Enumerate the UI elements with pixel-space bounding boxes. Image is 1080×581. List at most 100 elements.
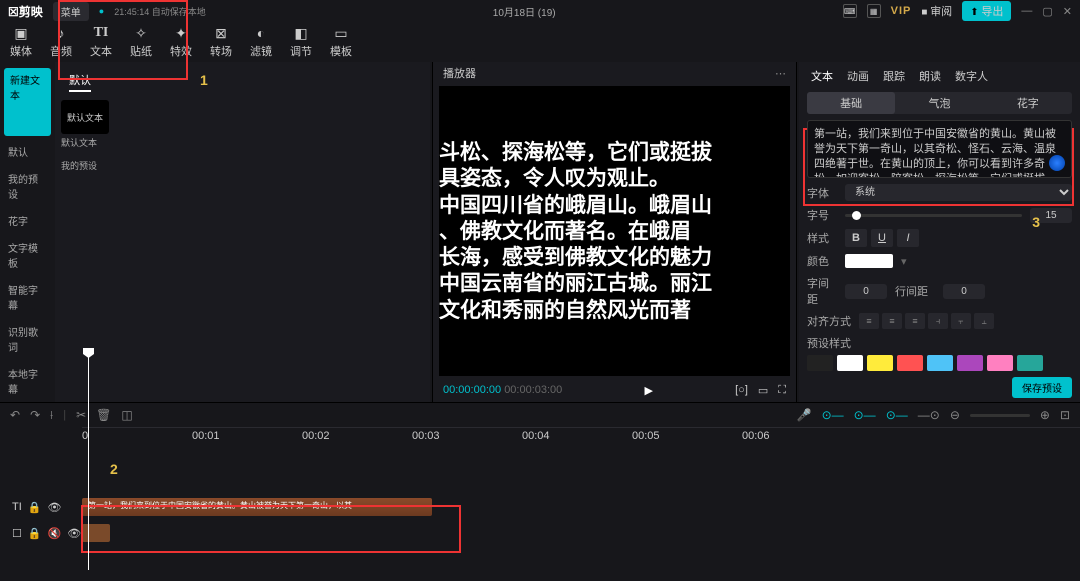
property-panel: 文本 动画 跟踪 朗读 数字人 基础 气泡 花字 第一站，我们来到位于中国安徽省…	[799, 62, 1080, 402]
save-preset-button[interactable]: 保存预设	[1012, 377, 1072, 398]
fullscreen-icon[interactable]: ⛶	[778, 384, 786, 397]
undo-icon[interactable]: ↶	[10, 408, 20, 422]
timeline-ruler[interactable]: 0 00:01 00:02 00:03 00:04 00:05 00:06	[82, 427, 1080, 443]
tool-filter[interactable]: ◐滤镜	[250, 25, 272, 59]
rtab-anim[interactable]: 动画	[847, 68, 869, 84]
subtab-bubble[interactable]: 气泡	[895, 92, 983, 114]
ai-button[interactable]	[1049, 155, 1065, 171]
tool-transition[interactable]: ⊠转场	[210, 25, 232, 59]
default-text-card[interactable]: 默认文本	[61, 100, 109, 134]
sidebar-item-lyrics[interactable]: 识别歌词	[0, 318, 55, 360]
underline-button[interactable]: U	[871, 229, 893, 247]
sidebar-item-fancy[interactable]: 花字	[0, 207, 55, 234]
charspace-input[interactable]	[845, 284, 887, 299]
align-left[interactable]: ≡	[859, 313, 879, 329]
preset-swatch[interactable]	[897, 355, 923, 371]
linespace-input[interactable]	[943, 284, 985, 299]
preset-swatch[interactable]	[927, 355, 953, 371]
playhead[interactable]	[88, 354, 89, 570]
charspace-label: 字间距	[807, 275, 837, 307]
preset-label: 预设样式	[807, 335, 851, 351]
sidebar-item-newtext[interactable]: 新建文本	[4, 68, 51, 136]
rtab-avatar[interactable]: 数字人	[955, 68, 988, 84]
preset-swatch[interactable]	[837, 355, 863, 371]
timeline-panel: ↶ ↷ ⟊ | ✂ 🗑 ◫ 🎤 ⊙— ⊙— ⊙— —⊙ ⊖ ⊕ ⊡ 0	[0, 402, 1080, 581]
bold-button[interactable]: B	[845, 229, 867, 247]
preset-swatch[interactable]	[807, 355, 833, 371]
sidebar-item-local[interactable]: 本地字幕	[0, 360, 55, 402]
delete-icon[interactable]: 🗑	[96, 408, 111, 422]
color-swatch[interactable]	[845, 254, 893, 268]
card-label: 默认文本	[61, 136, 424, 149]
layout-icon[interactable]: ▦	[867, 4, 881, 18]
lock-icon[interactable]: 🔒	[28, 501, 42, 514]
sidebar-item-template[interactable]: 文字模板	[0, 234, 55, 276]
eye-icon[interactable]: 👁	[47, 501, 61, 514]
align-v1[interactable]: ⫞	[928, 313, 948, 329]
crop-icon[interactable]: ◫	[121, 408, 132, 422]
redo-icon[interactable]: ↷	[30, 408, 40, 422]
vip-badge[interactable]: VIP	[891, 5, 912, 17]
toggle-2[interactable]: ⊙—	[854, 408, 876, 422]
text-content-input[interactable]: 第一站，我们来到位于中国安徽省的黄山。黄山被誉为天下第一奇山，以其奇松、怪石、云…	[807, 120, 1072, 178]
size-slider[interactable]	[845, 214, 1022, 217]
app-logo: ☒剪映	[8, 3, 43, 20]
annotation-3: 3	[1032, 214, 1040, 230]
close-icon[interactable]: ✕	[1063, 5, 1072, 18]
lock-icon-2[interactable]: 🔒	[28, 527, 42, 540]
player-menu-icon[interactable]: ⋯	[775, 67, 786, 80]
italic-button[interactable]: I	[897, 229, 919, 247]
compare-icon[interactable]: ▭	[758, 384, 768, 397]
align-label: 对齐方式	[807, 313, 851, 329]
sidebar-item-default[interactable]: 默认	[0, 138, 55, 165]
zoom-slider[interactable]	[970, 414, 1030, 417]
subtab-fancy[interactable]: 花字	[984, 92, 1072, 114]
rtab-read[interactable]: 朗读	[919, 68, 941, 84]
subtab-basic[interactable]: 基础	[807, 92, 895, 114]
toggle-3[interactable]: ⊙—	[886, 408, 908, 422]
play-button[interactable]: ▶	[644, 384, 652, 397]
video-track-label: ☐	[12, 527, 22, 540]
style-label: 样式	[807, 230, 837, 246]
subtab-row: 基础 气泡 花字	[807, 92, 1072, 114]
zoom-in-icon[interactable]: ⊕	[1040, 408, 1050, 422]
minimize-icon[interactable]: —	[1021, 5, 1032, 17]
timeline-tracks[interactable]: 2 TI🔒👁 第一站，我们来到位于中国安徽省的黄山。黄山被誉为天下第一奇山，以其…	[0, 443, 1080, 581]
tool-media[interactable]: ▣媒体	[10, 25, 32, 59]
preset-swatch[interactable]	[867, 355, 893, 371]
font-select[interactable]: 系统	[845, 184, 1072, 201]
annotation-1: 1	[200, 72, 208, 88]
project-title: 10月18日 (19)	[493, 4, 556, 19]
align-v2[interactable]: ⫟	[951, 313, 971, 329]
preset-swatch[interactable]	[1017, 355, 1043, 371]
split-icon[interactable]: ⟊	[50, 408, 53, 423]
tool-template[interactable]: ▭模板	[330, 25, 352, 59]
align-right[interactable]: ≡	[905, 313, 925, 329]
preview-canvas[interactable]: 斗松、探海松等，它们或挺拔 具姿态，令人叹为观止。 中国四川省的峨眉山。峨眉山 …	[439, 86, 790, 376]
align-v3[interactable]: ⫠	[974, 313, 994, 329]
player-title: 播放器	[443, 65, 476, 81]
cut-icon[interactable]: ✂	[76, 408, 86, 422]
zoom-fit-icon[interactable]: ⊡	[1060, 408, 1070, 422]
toggle-4[interactable]: —⊙	[918, 408, 940, 422]
annotation-2: 2	[110, 461, 118, 477]
rtab-track[interactable]: 跟踪	[883, 68, 905, 84]
toggle-1[interactable]: ⊙—	[822, 408, 844, 422]
shortcut-icon[interactable]: ⌨	[843, 4, 857, 18]
maximize-icon[interactable]: ▢	[1042, 5, 1052, 18]
zoom-out-icon[interactable]: ⊖	[950, 408, 960, 422]
align-center[interactable]: ≡	[882, 313, 902, 329]
review-button[interactable]: ■ 审阅	[921, 3, 952, 19]
mute-icon[interactable]: 🔇	[48, 527, 62, 540]
sidebar-item-mypreset[interactable]: 我的预设	[0, 165, 55, 207]
rtab-text[interactable]: 文本	[811, 68, 833, 84]
preset-swatch[interactable]	[957, 355, 983, 371]
tool-adjust[interactable]: ◧调节	[290, 25, 312, 59]
eye-icon-2[interactable]: 👁	[67, 527, 81, 540]
export-button[interactable]: ⬆ 导出	[962, 1, 1011, 21]
sidebar-item-subtitle[interactable]: 智能字幕	[0, 276, 55, 318]
annotation-box-1	[58, 0, 188, 80]
ratio-icon[interactable]: [○]	[735, 384, 748, 397]
mic-icon[interactable]: 🎤	[797, 408, 812, 422]
preset-swatch[interactable]	[987, 355, 1013, 371]
